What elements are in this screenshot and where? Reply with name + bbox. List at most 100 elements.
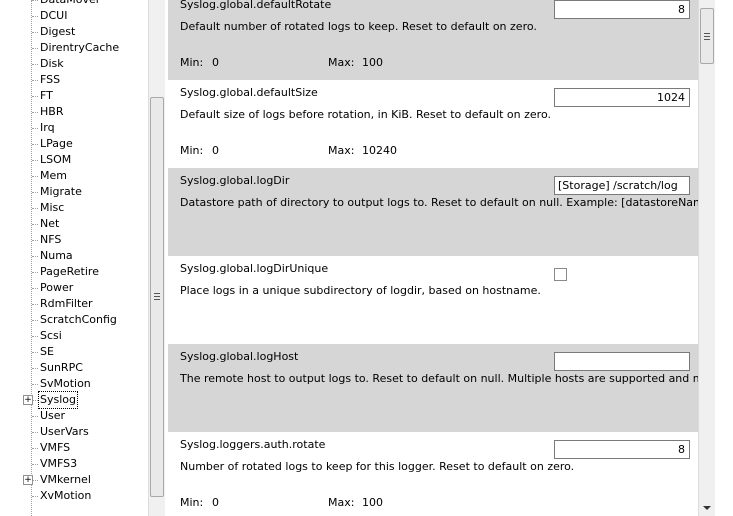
- tree-connector: [32, 304, 38, 305]
- setting-row: Syslog.global.defaultRotate Default numbe…: [168, 0, 698, 80]
- tree-item-label: FT: [40, 89, 53, 102]
- setting-name: Syslog.loggers.auth.rotate: [180, 438, 326, 451]
- tree-connector: [32, 96, 38, 97]
- tree-item[interactable]: Scsi: [0, 328, 148, 344]
- tree-item[interactable]: ScratchConfig: [0, 312, 148, 328]
- min-value: 0: [212, 496, 219, 509]
- tree-item[interactable]: + VMkernel: [0, 472, 148, 488]
- setting-value-input[interactable]: 8: [554, 440, 690, 459]
- tree-item[interactable]: User: [0, 408, 148, 424]
- tree-connector: [32, 160, 38, 161]
- min-value: 0: [212, 56, 219, 69]
- setting-description: Number of rotated logs to keep for this …: [180, 460, 575, 473]
- setting-value-input[interactable]: 1024: [554, 88, 690, 107]
- tree-item[interactable]: SunRPC: [0, 360, 148, 376]
- tree-scrollbar-thumb[interactable]: [150, 97, 164, 497]
- tree-item[interactable]: RdmFilter: [0, 296, 148, 312]
- tree-item[interactable]: Migrate: [0, 184, 148, 200]
- tree-item-label: VMkernel: [40, 473, 91, 486]
- tree-connector: [32, 144, 38, 145]
- max-value: 10240: [362, 144, 397, 157]
- tree-connector: [32, 208, 38, 209]
- setting-row: Syslog.global.logDir Datastore path of di…: [168, 168, 698, 256]
- tree-connector: [32, 64, 38, 65]
- settings-scrollbar-thumb[interactable]: [700, 8, 714, 64]
- tree-item-label: SvMotion: [40, 377, 91, 390]
- tree-item-label: LSOM: [40, 153, 72, 166]
- settings-panel: Syslog.global.defaultRotate Default numbe…: [168, 0, 698, 516]
- setting-row: Syslog.global.logDirUnique Place logs in …: [168, 256, 698, 344]
- setting-text-input[interactable]: [554, 352, 690, 371]
- tree-item[interactable]: Power: [0, 280, 148, 296]
- tree-item-label: Digest: [40, 25, 76, 38]
- tree-item[interactable]: Digest: [0, 24, 148, 40]
- tree-item-label: User: [40, 409, 66, 422]
- tree-item[interactable]: Disk: [0, 56, 148, 72]
- setting-checkbox[interactable]: [554, 268, 567, 281]
- setting-description: Default number of rotated logs to keep. …: [180, 20, 537, 33]
- tree-item-label: PageRetire: [40, 265, 99, 278]
- setting-name: Syslog.global.logDirUnique: [180, 262, 329, 275]
- tree-item[interactable]: DataMover: [0, 0, 148, 8]
- tree-item-label: VMFS: [40, 441, 71, 454]
- setting-name: Syslog.global.logDir: [180, 174, 290, 187]
- tree-connector: [32, 112, 38, 113]
- tree-connector: [32, 0, 38, 1]
- tree-item[interactable]: Numa: [0, 248, 148, 264]
- tree-item[interactable]: DCUI: [0, 8, 148, 24]
- tree-connector: [32, 128, 38, 129]
- tree-scrollbar[interactable]: [148, 0, 165, 516]
- tree-item-label: HBR: [40, 105, 64, 118]
- tree-item[interactable]: FSS: [0, 72, 148, 88]
- tree-item-label: SunRPC: [40, 361, 83, 374]
- tree-item[interactable]: Irq: [0, 120, 148, 136]
- expand-icon[interactable]: +: [23, 395, 33, 405]
- tree-item[interactable]: Misc: [0, 200, 148, 216]
- tree-connector: [32, 352, 38, 353]
- tree-connector: [32, 256, 38, 257]
- tree-connector: [32, 224, 38, 225]
- tree-item[interactable]: Net: [0, 216, 148, 232]
- tree-item[interactable]: DirentryCache: [0, 40, 148, 56]
- tree-connector: [32, 496, 38, 497]
- tree-item-label: NFS: [40, 233, 62, 246]
- setting-row: Syslog.loggers.auth.rotate Number of rota…: [168, 432, 698, 516]
- tree-item[interactable]: VMFS3: [0, 456, 148, 472]
- tree-item[interactable]: XvMotion: [0, 488, 148, 504]
- tree-item[interactable]: SvMotion: [0, 376, 148, 392]
- tree-item[interactable]: + Syslog: [0, 391, 148, 409]
- tree-item[interactable]: PageRetire: [0, 264, 148, 280]
- tree-item[interactable]: VMFS: [0, 440, 148, 456]
- tree-item-label: LPage: [40, 137, 73, 150]
- expand-icon[interactable]: +: [23, 475, 33, 485]
- tree-connector: [32, 32, 38, 33]
- setting-text-input[interactable]: [Storage] /scratch/log: [554, 176, 690, 195]
- tree-item-label: Power: [40, 281, 74, 294]
- tree-item[interactable]: Mem: [0, 168, 148, 184]
- tree-connector: [32, 16, 38, 17]
- tree-item[interactable]: LPage: [0, 136, 148, 152]
- tree-item-label: VMFS3: [40, 457, 78, 470]
- tree-item[interactable]: LSOM: [0, 152, 148, 168]
- max-label: Max:: [328, 144, 355, 157]
- settings-scrollbar[interactable]: [698, 0, 715, 516]
- setting-value-input[interactable]: 8: [554, 0, 690, 19]
- setting-name: Syslog.global.defaultRotate: [180, 0, 332, 11]
- min-label: Min:: [180, 56, 204, 69]
- tree-item-label: ScratchConfig: [40, 313, 117, 326]
- tree-connector: [32, 272, 38, 273]
- settings-category-tree[interactable]: DataMoverDCUI Digest DirentryCache Disk FSS F…: [0, 0, 148, 516]
- tree-item[interactable]: NFS: [0, 232, 148, 248]
- tree-item[interactable]: HBR: [0, 104, 148, 120]
- tree-item[interactable]: SE: [0, 344, 148, 360]
- tree-item[interactable]: FT: [0, 88, 148, 104]
- tree-connector: [32, 192, 38, 193]
- max-label: Max:: [328, 56, 355, 69]
- max-value: 100: [362, 496, 383, 509]
- tree-item-label: Scsi: [40, 329, 62, 342]
- tree-connector: [32, 432, 38, 433]
- tree-item-label: DataMover: [40, 0, 100, 8]
- tree-item[interactable]: UserVars: [0, 424, 148, 440]
- scroll-down-arrow-icon[interactable]: [703, 506, 711, 510]
- tree-item-label: XvMotion: [40, 489, 92, 502]
